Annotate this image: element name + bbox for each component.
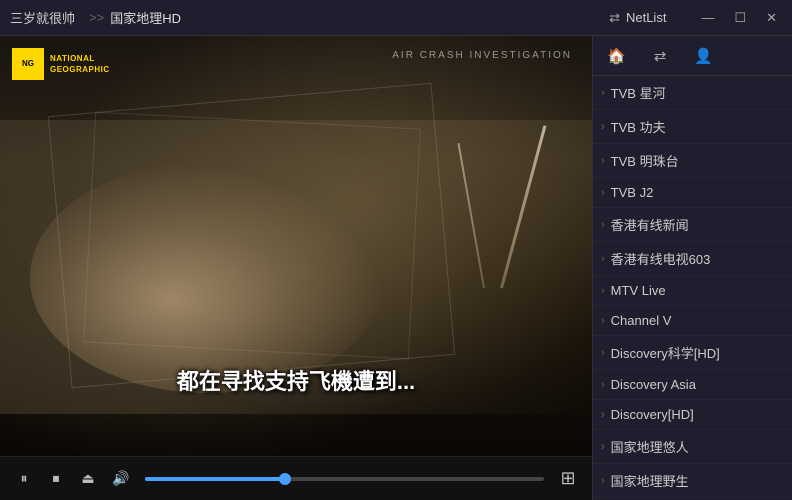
progress-fill: [145, 477, 284, 481]
title-separator: >>: [89, 10, 104, 25]
grid-button[interactable]: ⊞: [556, 464, 580, 493]
sidebar-tabs: 🏠 ⇄ 👤: [593, 36, 792, 76]
close-button[interactable]: ✕: [761, 8, 782, 28]
titlebar: 三岁就很帅 >> 国家地理HD ⇄ NetList — ☐ ✕: [0, 0, 792, 36]
channel-arrow: ›: [601, 285, 605, 297]
channel-arrow: ›: [601, 315, 605, 327]
minimize-button[interactable]: —: [696, 8, 719, 27]
video-area: NG NATIONAL GEOGRAPHIC AIR CRASH INVESTI…: [0, 36, 592, 500]
channel-arrow: ›: [601, 121, 605, 133]
channel-item[interactable]: › 香港有线新闻: [593, 208, 792, 242]
channel-arrow: ›: [601, 219, 605, 231]
channel-arrow: ›: [601, 409, 605, 421]
channel-item[interactable]: › 国家地理悠人: [593, 430, 792, 464]
progress-bar[interactable]: [145, 477, 544, 481]
channel-name: Discovery科学[HD]: [611, 343, 782, 362]
channel-arrow: ›: [601, 187, 605, 199]
channel-item[interactable]: › Discovery科学[HD]: [593, 336, 792, 370]
app-title: 三岁就很帅: [10, 8, 75, 27]
channel-item[interactable]: › TVB 明珠台: [593, 144, 792, 178]
sidebar-tab-share[interactable]: ⇄: [648, 43, 673, 69]
channel-name: 香港有线新闻: [611, 215, 782, 234]
channel-name: TVB J2: [611, 185, 782, 200]
channel-arrow: ›: [601, 155, 605, 167]
sidebar-tab-user[interactable]: 👤: [688, 43, 719, 69]
sidebar: 🏠 ⇄ 👤 › TVB 星河 › TVB 功夫 › TVB 明珠台 › TVB …: [592, 36, 792, 500]
netlist-label: NetList: [626, 10, 666, 25]
channel-name: Discovery[HD]: [611, 407, 782, 422]
channel-item[interactable]: › Discovery[HD]: [593, 400, 792, 430]
channel-arrow: ›: [601, 253, 605, 265]
channel-name: TVB 星河: [611, 83, 782, 102]
channel-arrow: ›: [601, 87, 605, 99]
maximize-button[interactable]: ☐: [729, 8, 751, 28]
channel-name: MTV Live: [611, 283, 782, 298]
channel-name: 香港有线电视603: [611, 249, 782, 268]
channel-name: 国家地理野生: [611, 471, 782, 490]
channel-arrow: ›: [601, 441, 605, 453]
channel-name: TVB 功夫: [611, 117, 782, 136]
video-hands: [30, 162, 385, 393]
netlist-icon: ⇄: [609, 10, 620, 26]
channel-item[interactable]: › Discovery Asia: [593, 370, 792, 400]
eject-button[interactable]: ⏏: [76, 466, 100, 491]
stop-button[interactable]: ⏹: [44, 466, 68, 491]
channel-item[interactable]: › Channel V: [593, 306, 792, 336]
channel-arrow: ›: [601, 379, 605, 391]
main-area: NG NATIONAL GEOGRAPHIC AIR CRASH INVESTI…: [0, 36, 792, 500]
channel-item[interactable]: › 国家地理野生: [593, 464, 792, 498]
channel-arrow: ›: [601, 475, 605, 487]
natgeo-text: NATIONAL GEOGRAPHIC: [50, 53, 110, 75]
channel-arrow: ›: [601, 347, 605, 359]
channel-name: TVB 明珠台: [611, 151, 782, 170]
volume-button[interactable]: 🔊: [108, 466, 133, 491]
play-pause-button[interactable]: ⏸: [12, 466, 36, 491]
natgeo-logo: NG NATIONAL GEOGRAPHIC: [12, 48, 110, 80]
channel-item[interactable]: › TVB 功夫: [593, 110, 792, 144]
channel-item[interactable]: › TVB J2: [593, 178, 792, 208]
channel-item[interactable]: › TVB 星河: [593, 76, 792, 110]
video-subtitle: 都在寻找支持飞機遭到...: [0, 364, 592, 396]
channel-list: › TVB 星河 › TVB 功夫 › TVB 明珠台 › TVB J2 › 香…: [593, 76, 792, 500]
natgeo-box: NG: [12, 48, 44, 80]
channel-item[interactable]: › MTV Live: [593, 276, 792, 306]
channel-title: 国家地理HD: [110, 8, 609, 27]
video-content[interactable]: NG NATIONAL GEOGRAPHIC AIR CRASH INVESTI…: [0, 36, 592, 456]
channel-name: Channel V: [611, 313, 782, 328]
progress-thumb: [279, 473, 291, 485]
natgeo-box-text: NG: [22, 60, 34, 68]
sidebar-tab-home[interactable]: 🏠: [601, 43, 632, 69]
channel-name: Discovery Asia: [611, 377, 782, 392]
channel-item[interactable]: › 香港有线电视603: [593, 242, 792, 276]
air-crash-label: AIR CRASH INVESTIGATION: [392, 50, 572, 61]
controls-bar: ⏸ ⏹ ⏏ 🔊 ⊞: [0, 456, 592, 500]
channel-name: 国家地理悠人: [611, 437, 782, 456]
